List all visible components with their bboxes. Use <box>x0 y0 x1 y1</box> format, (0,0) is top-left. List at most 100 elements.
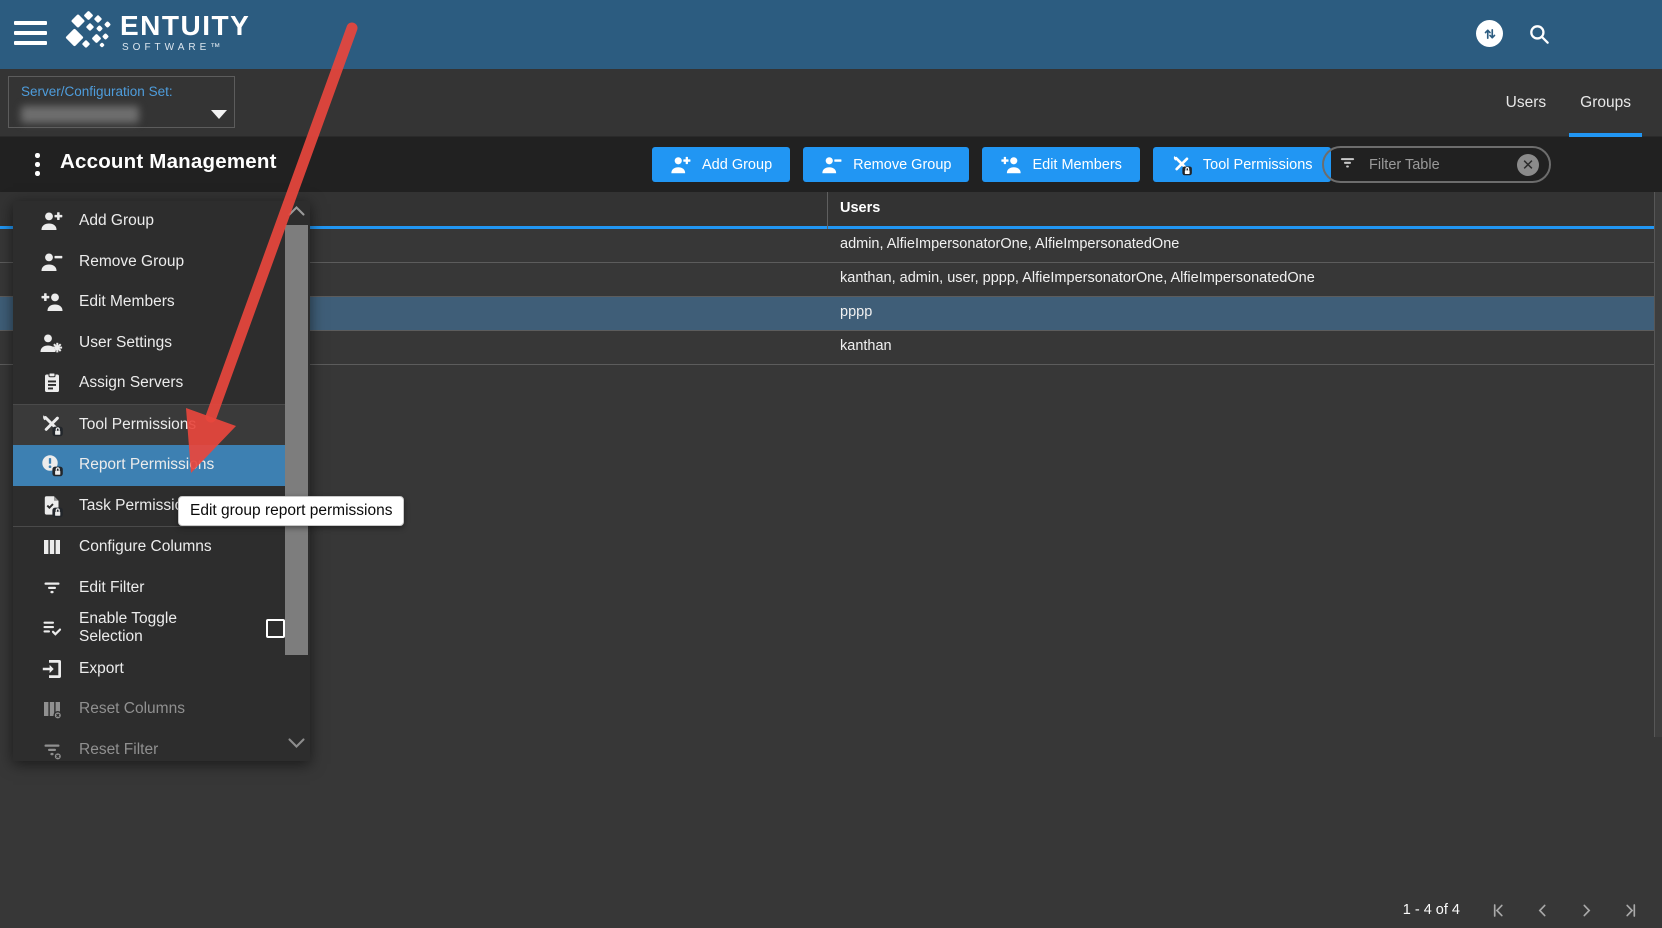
filter-table-input[interactable] <box>1367 155 1517 174</box>
menu-item-label: Edit Filter <box>79 578 145 596</box>
logo-diamond <box>65 28 84 47</box>
member-add-icon <box>41 293 63 312</box>
report-permissions-icon <box>42 455 63 477</box>
logo-diamond <box>101 32 110 41</box>
scroll-up-icon[interactable] <box>286 203 307 224</box>
logo-diamond <box>91 33 102 44</box>
button-label: Tool Permissions <box>1202 156 1313 173</box>
menu-item-export[interactable]: Export <box>13 649 285 690</box>
toggle-selection-icon <box>43 621 62 637</box>
kebab-menu-icon[interactable] <box>30 152 44 178</box>
button-label: Remove Group <box>853 156 952 173</box>
configure-columns-icon <box>44 540 60 555</box>
remove-group-button[interactable]: Remove Group <box>803 147 970 182</box>
logo-diamond <box>103 20 112 29</box>
edit-filter-icon <box>44 582 60 593</box>
table-scrollbar[interactable] <box>1654 192 1662 737</box>
logo-diamond <box>93 14 103 24</box>
menu-scrollbar[interactable] <box>285 201 308 761</box>
pagination-range-label: 1 - 4 of 4 <box>1402 902 1460 918</box>
users-column-header: Users <box>840 200 881 216</box>
menu-item-label: Reset Filter <box>79 740 159 758</box>
data-transfer-icon[interactable] <box>1476 20 1503 47</box>
users-cell: kanthan <box>840 338 892 354</box>
previous-page-button[interactable] <box>1520 895 1564 925</box>
menu-item-tool-permissions[interactable]: Tool Permissions <box>13 404 285 445</box>
menu-item-label: Remove Group <box>79 252 185 270</box>
logo-diamond <box>85 22 95 32</box>
export-icon <box>42 659 61 678</box>
edit-members-button[interactable]: Edit Members <box>982 147 1140 182</box>
tooltip: Edit group report permissions <box>178 496 405 526</box>
menu-item-label: Assign Servers <box>79 374 184 392</box>
secondary-bar: Server/Configuration Set: Users Groups <box>0 69 1662 137</box>
tab-groups[interactable]: Groups <box>1563 69 1648 137</box>
menu-item-label: Enable Toggle Selection <box>79 610 177 646</box>
last-page-icon <box>1625 903 1635 917</box>
logo-diamond <box>83 10 94 21</box>
button-label: Edit Members <box>1032 156 1122 173</box>
brand-name: ENTUITY <box>120 10 251 41</box>
clear-filter-icon[interactable]: ✕ <box>1517 153 1539 176</box>
server-configuration-dropdown[interactable]: Server/Configuration Set: <box>8 76 235 128</box>
brand-subtitle: SOFTWARE™ <box>122 42 225 53</box>
scroll-down-icon[interactable] <box>286 735 307 756</box>
logo-diamond <box>95 24 104 33</box>
menu-item-edit-filter[interactable]: Edit Filter <box>13 568 285 609</box>
tab-label: Groups <box>1580 94 1631 111</box>
add-group-button[interactable]: Add Group <box>652 147 791 182</box>
menu-item-enable-toggle-selection[interactable]: Enable Toggle Selection <box>13 608 285 649</box>
menu-item-user-settings[interactable]: User Settings <box>13 323 285 364</box>
tool-permissions-icon <box>43 414 63 436</box>
top-app-bar: ENTUITY SOFTWARE™ <box>0 0 1662 69</box>
users-cell: kanthan, admin, user, pppp, AlfieImperso… <box>840 270 1315 286</box>
assign-servers-icon <box>45 372 59 393</box>
entuity-logo-icon <box>65 10 114 59</box>
chevron-down-icon[interactable] <box>211 110 227 119</box>
reset-columns-icon <box>44 702 63 721</box>
user-settings-icon <box>40 334 63 353</box>
tab-users[interactable]: Users <box>1489 69 1563 137</box>
menu-item-label: Edit Members <box>79 293 175 311</box>
menu-item-label: Add Group <box>79 212 154 230</box>
menu-item-reset-filter: Reset Filter <box>13 730 285 771</box>
logo-diamond <box>70 13 86 29</box>
search-icon[interactable] <box>1526 21 1552 47</box>
next-page-icon <box>1582 904 1590 916</box>
menu-item-report-permissions[interactable]: Report Permissions <box>13 445 285 486</box>
page-title: Account Management <box>60 150 277 173</box>
next-page-button[interactable] <box>1564 895 1608 925</box>
account-management-toolbar: Account Management Add Group Remove Group… <box>0 137 1662 192</box>
menu-item-label: Tool Permissions <box>79 415 197 433</box>
brand-wordmark: ENTUITY SOFTWARE™ <box>120 10 251 54</box>
menu-item-remove-group[interactable]: Remove Group <box>13 242 285 283</box>
logo-diamond <box>99 42 105 48</box>
person-remove-icon <box>822 156 842 173</box>
logo-diamond <box>81 39 91 49</box>
menu-item-assign-servers[interactable]: Assign Servers <box>13 363 285 404</box>
server-configuration-label: Server/Configuration Set: <box>21 84 173 99</box>
users-cell: pppp <box>840 304 873 320</box>
filter-table-field[interactable]: ✕ <box>1322 146 1551 183</box>
users-cell: admin, AlfieImpersonatorOne, AlfieImpers… <box>840 236 1180 252</box>
last-page-button[interactable] <box>1608 895 1652 925</box>
menu-item-label: User Settings <box>79 333 173 351</box>
task-permissions-icon <box>44 496 63 517</box>
previous-page-icon <box>1538 904 1546 916</box>
toggle-selection-checkbox[interactable] <box>266 618 285 638</box>
first-page-icon <box>1493 903 1503 917</box>
menu-item-add-group[interactable]: Add Group <box>13 201 285 242</box>
menu-item-configure-columns[interactable]: Configure Columns <box>13 527 285 568</box>
menu-item-label: Export <box>79 659 124 677</box>
first-page-button[interactable] <box>1476 895 1520 925</box>
person-add-icon <box>41 212 63 231</box>
tool-permissions-button[interactable]: Tool Permissions <box>1152 147 1331 182</box>
menu-scrollbar-thumb[interactable] <box>285 225 308 655</box>
hamburger-menu-icon[interactable] <box>14 21 47 47</box>
menu-item-reset-columns: Reset Columns <box>13 689 285 730</box>
button-label: Add Group <box>702 156 773 173</box>
reset-filter-icon <box>44 744 63 761</box>
menu-item-edit-members[interactable]: Edit Members <box>13 282 285 323</box>
person-add-icon <box>671 156 691 173</box>
pagination-bar: 1 - 4 of 4 <box>1403 892 1652 928</box>
